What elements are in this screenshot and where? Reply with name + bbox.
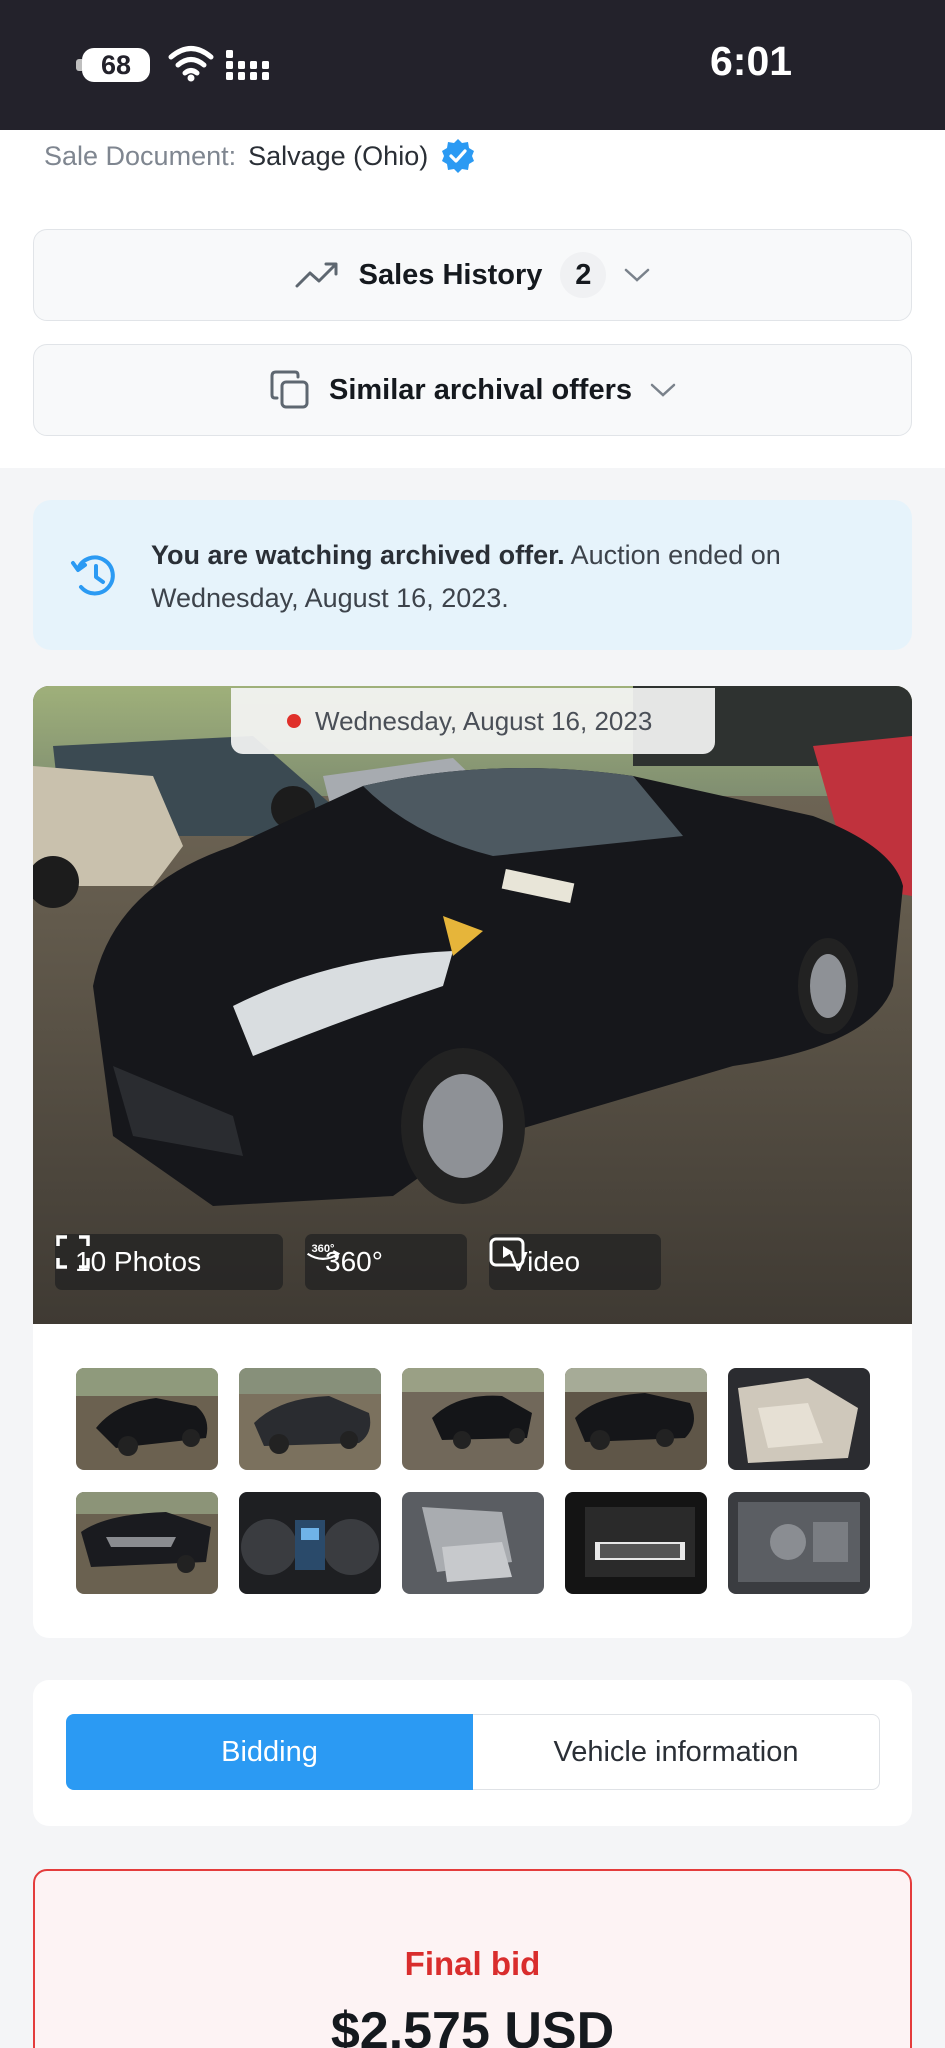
thumbnail-image xyxy=(76,1368,218,1470)
cellular-signal-icon xyxy=(226,50,269,80)
tab-bidding[interactable]: Bidding xyxy=(66,1714,473,1790)
fullscreen-icon xyxy=(56,1235,90,1269)
final-bid-amount: $2,575 USD xyxy=(330,2002,615,2048)
battery-icon: 68 xyxy=(76,48,150,82)
sales-history-button[interactable]: Sales History 2 xyxy=(33,229,912,321)
thumbnail-photo[interactable] xyxy=(728,1492,870,1594)
trending-up-icon xyxy=(295,262,338,288)
status-time: 6:01 xyxy=(710,38,793,84)
photo-gallery: Wednesday, August 16, 2023 10 Photos 360… xyxy=(33,686,912,1638)
photos-label: 10 Photos xyxy=(75,1246,202,1277)
thumbnail-image xyxy=(565,1492,707,1594)
sales-history-label: Sales History xyxy=(358,258,543,291)
final-bid-label: Final bid xyxy=(404,1945,541,1982)
photos-button[interactable]: 10 Photos xyxy=(55,1234,283,1290)
wifi-icon xyxy=(168,46,214,82)
thumbnail-photo[interactable] xyxy=(239,1368,381,1470)
thumbnail-photo[interactable] xyxy=(728,1368,870,1470)
main-vehicle-photo[interactable]: Wednesday, August 16, 2023 10 Photos 360… xyxy=(33,686,912,1324)
play-icon xyxy=(489,1237,525,1267)
copy-icon xyxy=(270,370,309,409)
thumbnail-photo[interactable] xyxy=(402,1368,544,1470)
sales-history-count-badge: 2 xyxy=(560,252,607,298)
thumbnail-image xyxy=(239,1368,381,1470)
chevron-down-icon xyxy=(625,268,650,282)
thumbnail-photo[interactable] xyxy=(76,1492,218,1594)
sale-document-row: Sale Document: Salvage (Ohio) xyxy=(44,138,476,174)
chevron-down-icon xyxy=(650,383,676,397)
thumbnail-image xyxy=(239,1492,381,1594)
thumbnail-image xyxy=(402,1368,544,1470)
sale-document-label: Sale Document: xyxy=(44,140,237,171)
thumbnail-image xyxy=(728,1368,870,1470)
svg-text:360°: 360° xyxy=(311,1243,334,1255)
similar-offers-label: Similar archival offers xyxy=(328,373,633,406)
auction-date-pill: Wednesday, August 16, 2023 xyxy=(231,688,715,754)
thumbnail-photo[interactable] xyxy=(565,1492,707,1594)
auction-date: Wednesday, August 16, 2023 xyxy=(315,705,653,736)
archived-offer-notice: You are watching archived offer. Auction… xyxy=(33,500,912,650)
thumbnail-image xyxy=(76,1492,218,1594)
similar-archival-offers-button[interactable]: Similar archival offers xyxy=(33,344,912,436)
thumbnail-photo[interactable] xyxy=(402,1492,544,1594)
live-dot-icon xyxy=(287,714,301,728)
thumbnail-image xyxy=(402,1492,544,1594)
video-button[interactable]: Video xyxy=(489,1234,661,1290)
view-360-button[interactable]: 360° 360° xyxy=(305,1234,467,1290)
thumbnail-image xyxy=(728,1492,870,1594)
final-bid-card: Final bid $2,575 USD xyxy=(33,1869,912,2048)
archived-notice-text: You are watching archived offer. Auction… xyxy=(151,534,851,620)
thumbnail-photo[interactable] xyxy=(76,1368,218,1470)
history-icon xyxy=(71,555,115,596)
view-360-icon: 360° xyxy=(306,1243,341,1260)
thumbnail-photo[interactable] xyxy=(239,1492,381,1594)
status-bar: 68 6:01 xyxy=(0,0,945,130)
thumbnail-image xyxy=(565,1368,707,1470)
sale-document-value: Salvage (Ohio) xyxy=(248,140,429,171)
vehicle-photo-image xyxy=(33,686,912,1324)
thumbnail-photo[interactable] xyxy=(565,1368,707,1470)
verified-badge-icon xyxy=(442,139,475,173)
tab-vehicle-information[interactable]: Vehicle information xyxy=(473,1714,880,1790)
archived-notice-bold: You are watching archived offer. xyxy=(151,540,565,570)
details-tabs-card: Bidding Vehicle information xyxy=(33,1680,912,1826)
